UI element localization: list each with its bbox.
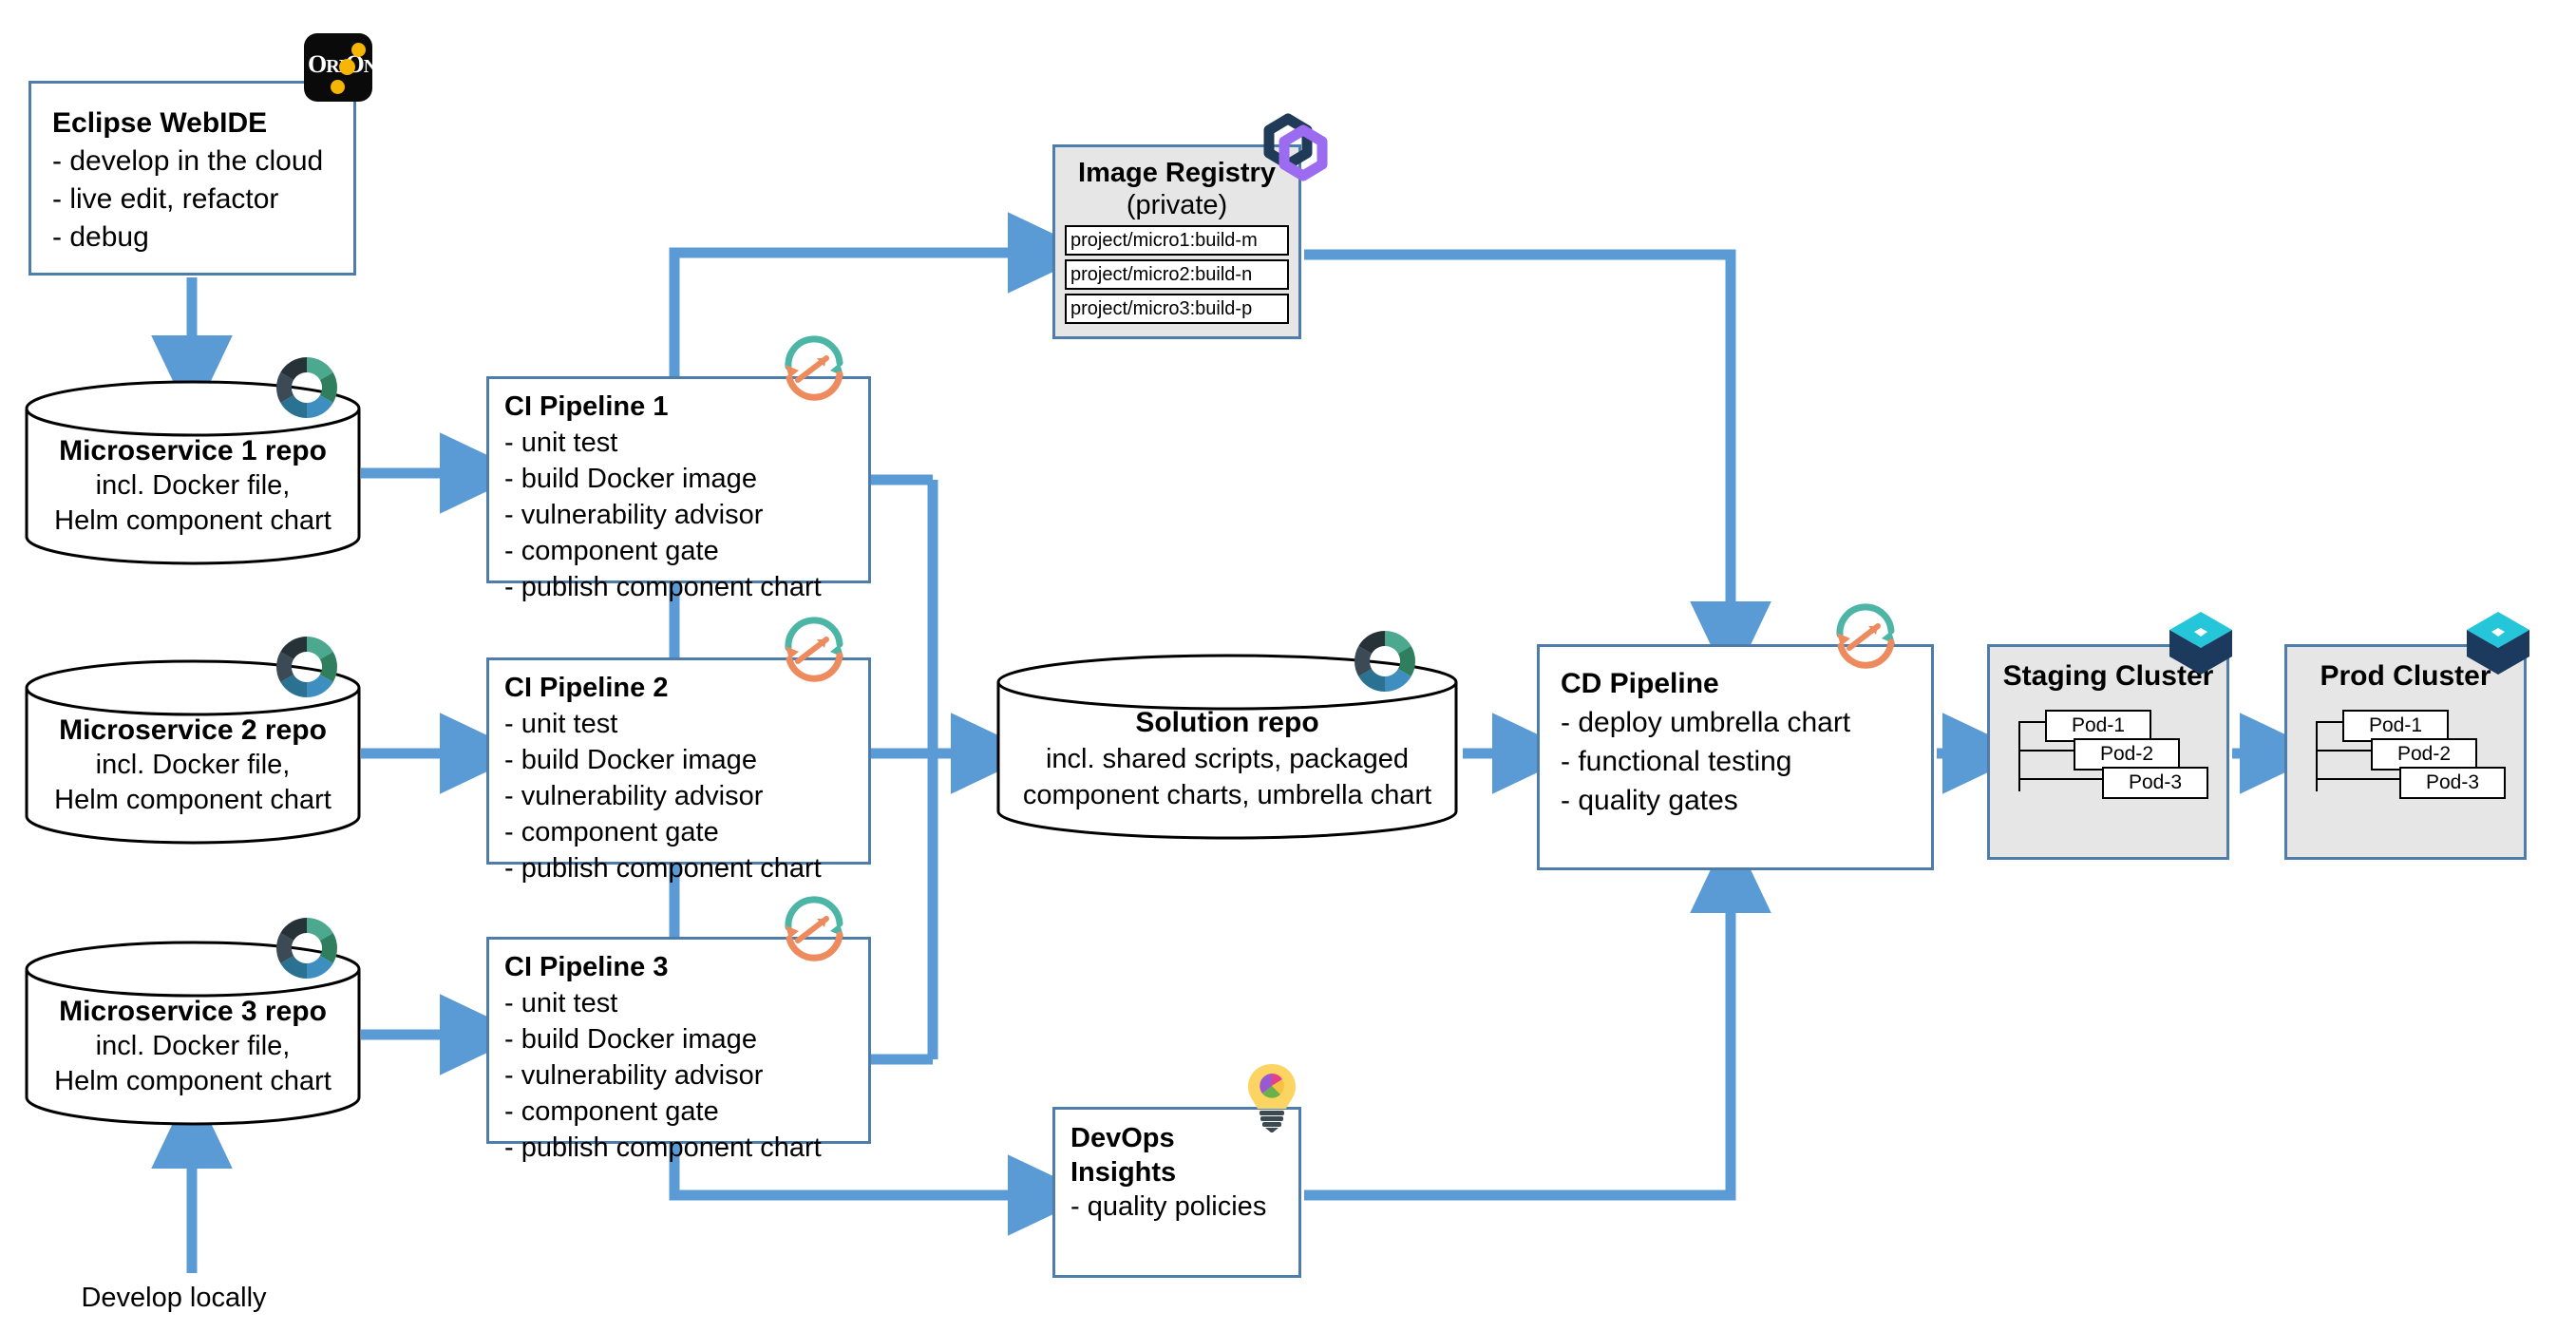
ci-pipeline-3-box[interactable]: CI Pipeline 3 - unit test - build Docker… — [486, 937, 871, 1163]
repo-title: Microservice 3 repo — [59, 996, 327, 1027]
ci-step-4: - component gate — [504, 1096, 719, 1127]
ci-pipeline-2-box[interactable]: CI Pipeline 2 - unit test - build Docker… — [486, 657, 871, 884]
cd-step-3: - quality gates — [1561, 785, 1738, 816]
pod-item[interactable]: Pod-2 — [2371, 738, 2477, 771]
pod-item[interactable]: Pod-2 — [2074, 738, 2180, 771]
continuous-delivery-icon — [1836, 603, 1895, 669]
repo-line-1: incl. Docker file, — [95, 750, 291, 780]
registry-image-row[interactable]: project/micro1:build-m — [1065, 225, 1289, 256]
pod-item[interactable]: Pod-1 — [2342, 710, 2449, 742]
cd-pipeline-box[interactable]: CD Pipeline - deploy umbrella chart - fu… — [1537, 644, 1934, 870]
ci-step-5: - publish component chart — [504, 1132, 822, 1163]
ci-step-1: - unit test — [504, 428, 618, 458]
ci-step-3: - vulnerability advisor — [504, 1060, 764, 1091]
repo-title: Microservice 1 repo — [59, 435, 327, 466]
wire-registry-to-cd — [1304, 249, 1771, 687]
repo-line-1: incl. Docker file, — [95, 470, 291, 501]
eclipse-webide-line-2: - live edit, refactor — [52, 183, 279, 215]
prod-pods: Pod-1 Pod-2 Pod-3 — [2287, 710, 2524, 814]
ci-step-2: - build Docker image — [504, 745, 757, 775]
solution-repo-line-1: incl. shared scripts, packaged — [1045, 744, 1410, 774]
kubernetes-cube-icon — [2467, 612, 2529, 675]
ci-step-1: - unit test — [504, 988, 618, 1018]
continuous-delivery-icon — [785, 896, 843, 961]
git-donut-icon — [276, 357, 337, 418]
repo-title: Microservice 2 repo — [59, 714, 327, 746]
registry-image-row[interactable]: project/micro3:build-p — [1065, 294, 1289, 324]
insights-bulb-icon — [1248, 1064, 1296, 1132]
solution-repo-title: Solution repo — [1135, 707, 1319, 738]
ci-step-3: - vulnerability advisor — [504, 500, 764, 530]
wire-ci1-to-registry — [669, 212, 1093, 376]
ci-pipeline-1-box[interactable]: CI Pipeline 1 - unit test - build Docker… — [486, 376, 871, 602]
repo-line-1: incl. Docker file, — [95, 1031, 291, 1061]
cd-step-2: - functional testing — [1561, 746, 1792, 777]
solution-repo-line-2: component charts, umbrella chart — [1022, 780, 1432, 810]
continuous-delivery-icon — [785, 617, 843, 682]
image-registry-subtitle: (private) — [1126, 190, 1228, 220]
pod-item[interactable]: Pod-3 — [2102, 767, 2208, 799]
staging-pods: Pod-1 Pod-2 Pod-3 — [1990, 710, 2226, 814]
eclipse-webide-title: Eclipse WebIDE — [52, 107, 268, 139]
wire-insights-to-cd — [1304, 828, 1771, 1201]
pod-item[interactable]: Pod-3 — [2399, 767, 2506, 799]
ci-step-4: - component gate — [504, 817, 719, 847]
microservice-2-repo[interactable]: Microservice 2 repo incl. Docker file, H… — [24, 637, 362, 845]
git-donut-icon — [276, 637, 337, 697]
repo-line-2: Helm component chart — [54, 1066, 331, 1096]
microservice-1-repo[interactable]: Microservice 1 repo incl. Docker file, H… — [24, 357, 362, 565]
microservice-3-repo[interactable]: Microservice 3 repo incl. Docker file, H… — [24, 918, 362, 1126]
ci-step-3: - vulnerability advisor — [504, 781, 764, 811]
ci-step-1: - unit test — [504, 709, 618, 739]
solution-repo[interactable]: Solution repo incl. shared scripts, pack… — [995, 631, 1459, 840]
ci-step-2: - build Docker image — [504, 464, 757, 494]
cd-step-1: - deploy umbrella chart — [1561, 707, 1851, 738]
devops-insights-line-1: - quality policies — [1070, 1191, 1267, 1222]
eclipse-webide-box[interactable]: Eclipse WebIDE - develop in the cloud - … — [28, 81, 356, 276]
kubernetes-cube-icon — [2169, 612, 2232, 675]
repo-line-2: Helm component chart — [54, 505, 331, 536]
git-donut-icon — [276, 918, 337, 979]
develop-locally-label: Develop locally — [81, 1283, 267, 1313]
repo-line-2: Helm component chart — [54, 785, 331, 815]
devops-insights-title-line-2: Insights — [1070, 1157, 1177, 1188]
eclipse-webide-line-1: - develop in the cloud — [52, 145, 324, 177]
continuous-delivery-icon — [785, 335, 843, 401]
eclipse-webide-line-3: - debug — [52, 221, 149, 253]
git-donut-icon — [1354, 631, 1415, 692]
ci-step-5: - publish component chart — [504, 572, 822, 602]
orion-icon: ORION — [304, 33, 372, 102]
diagram-canvas: Eclipse WebIDE - develop in the cloud - … — [0, 0, 2576, 1332]
ci-step-5: - publish component chart — [504, 853, 822, 884]
pod-item[interactable]: Pod-1 — [2045, 710, 2151, 742]
container-registry-icon — [1263, 113, 1328, 181]
ci-step-2: - build Docker image — [504, 1024, 757, 1055]
ci-step-4: - component gate — [504, 536, 719, 566]
registry-image-row[interactable]: project/micro2:build-n — [1065, 259, 1289, 290]
